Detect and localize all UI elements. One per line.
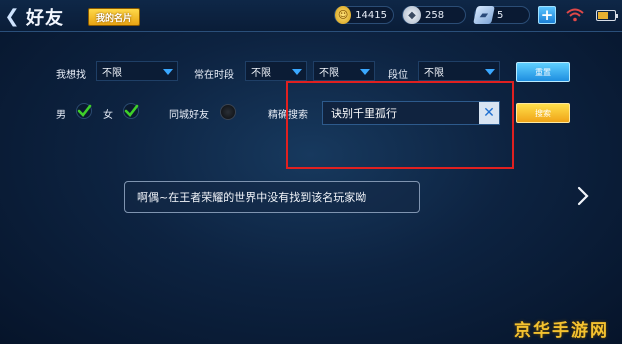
ticket-icon: ▰ (473, 6, 495, 24)
want-find-label: 我想找 (56, 70, 86, 81)
site-watermark: 京华手游网 (514, 321, 609, 341)
female-checkbox[interactable] (123, 103, 139, 119)
time-dropdown-1[interactable]: 不限 (245, 61, 307, 81)
gold-value: 14415 (355, 9, 387, 21)
add-currency-button[interactable]: + (538, 6, 556, 24)
search-button[interactable]: 搜索 (516, 103, 570, 123)
time-value-2: 不限 (319, 67, 339, 79)
gold-coin-icon: ☺ (335, 6, 352, 24)
male-label: 男 (56, 110, 66, 121)
rank-dropdown[interactable]: 不限 (418, 61, 500, 81)
result-message-box: 啊偶~在王者荣耀的世界中没有找到该名玩家呦 (124, 181, 420, 213)
ticket-value: 5 (497, 9, 504, 21)
same-city-toggle[interactable] (220, 104, 236, 120)
result-message: 啊偶~在王者荣耀的世界中没有找到该名玩家呦 (137, 191, 367, 204)
reset-button[interactable]: 重置 (516, 62, 570, 82)
diamond-counter: ◆ 258 (402, 6, 466, 24)
chevron-down-icon (163, 69, 173, 75)
diamond-icon: ◆ (403, 6, 421, 24)
my-card-button[interactable]: 我的名片 (88, 8, 140, 26)
male-checkbox[interactable] (76, 103, 92, 119)
time-value-1: 不限 (251, 67, 271, 79)
want-find-value: 不限 (102, 67, 122, 79)
chevron-down-icon (292, 69, 302, 75)
gold-counter: ☺ 14415 (334, 6, 394, 24)
page-title: 好友 (26, 8, 64, 29)
ticket-counter: ▰ 5 (473, 6, 530, 24)
back-arrow-icon[interactable]: ❮ (0, 0, 24, 32)
female-label: 女 (103, 110, 113, 121)
chevron-down-icon (360, 69, 370, 75)
chevron-down-icon (485, 69, 495, 75)
rank-value: 不限 (424, 67, 444, 79)
want-find-dropdown[interactable]: 不限 (96, 61, 178, 81)
battery-icon (596, 10, 618, 21)
rank-label: 段位 (388, 70, 408, 81)
highlight-box (286, 81, 514, 169)
time-dropdown-2[interactable]: 不限 (313, 61, 375, 81)
time-label: 常在时段 (194, 70, 234, 81)
same-city-label: 同城好友 (169, 110, 209, 121)
wifi-icon (566, 8, 584, 22)
diamond-value: 258 (425, 9, 445, 21)
chevron-right-icon[interactable] (576, 184, 590, 208)
